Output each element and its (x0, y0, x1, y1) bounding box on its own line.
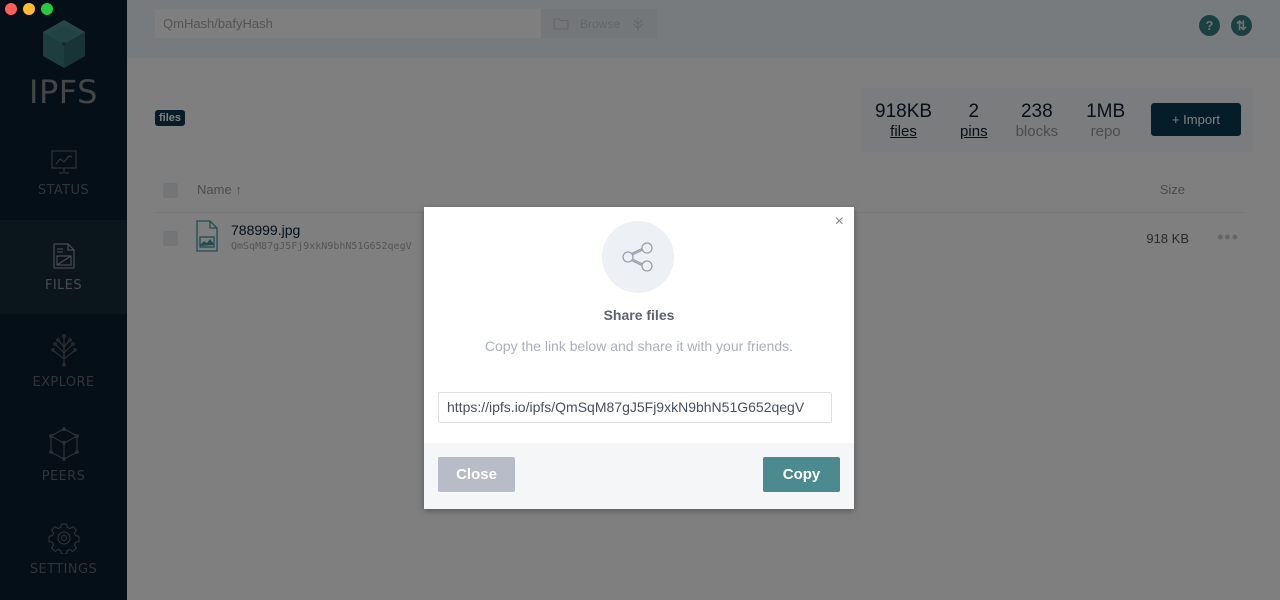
copy-button[interactable]: Copy (763, 457, 840, 492)
close-button[interactable]: Close (438, 457, 515, 492)
modal-description: Copy the link below and share it with yo… (484, 338, 794, 354)
window-minimize-button[interactable] (23, 3, 35, 15)
window-controls (5, 3, 53, 15)
modal-footer: Close Copy (424, 443, 854, 509)
share-icon (622, 242, 653, 272)
window-maximize-button[interactable] (41, 3, 53, 15)
window-close-button[interactable] (5, 3, 17, 15)
modal-close-icon[interactable]: × (835, 213, 844, 231)
share-icon-circle (602, 221, 674, 293)
share-link-input[interactable]: https://ipfs.io/ipfs/QmSqM87gJ5Fj9xkN9bh… (438, 392, 832, 423)
modal-title: Share files (603, 307, 675, 323)
share-files-modal: × Share files Copy the link below and sh… (424, 207, 854, 509)
